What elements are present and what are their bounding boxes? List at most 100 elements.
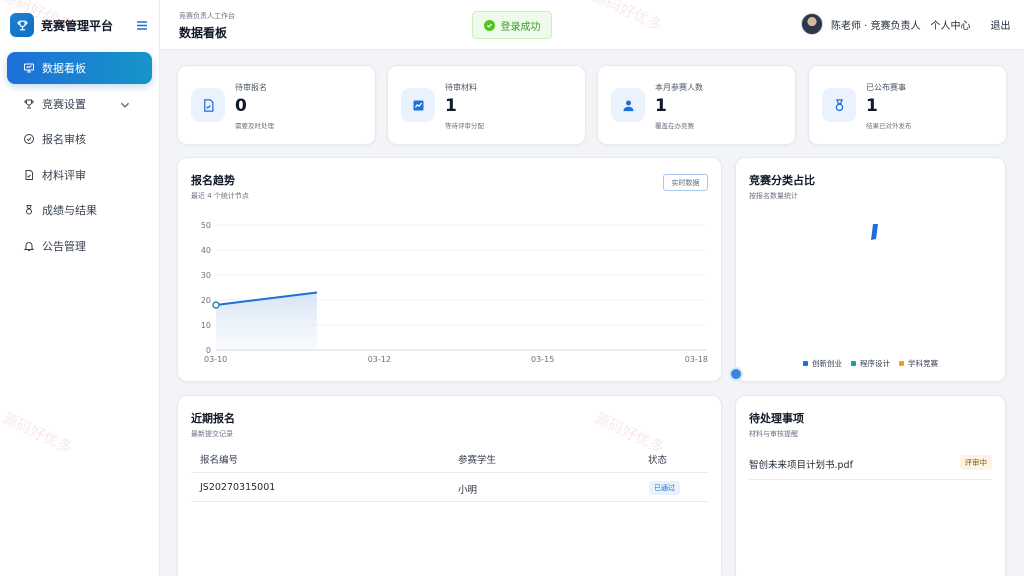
check-icon — [483, 19, 495, 31]
card-subtitle: 最新提交记录 — [191, 430, 233, 438]
document-check-icon — [191, 88, 225, 122]
stat-value: 1 — [655, 96, 667, 116]
bell-icon — [23, 241, 35, 251]
legend-item[interactable]: 程序设计 — [851, 358, 890, 369]
medal-icon — [26, 205, 32, 215]
logout-link[interactable]: 退出 — [991, 17, 1011, 32]
sidebar-item-scores-results[interactable]: 成绩与结果 — [7, 194, 152, 226]
chart-legend: 创新创业 程序设计 学科竞赛 — [803, 358, 947, 369]
x-tick-label: 03-15 — [531, 355, 554, 364]
document-check-icon — [25, 169, 33, 180]
legend-label: 创新创业 — [812, 359, 842, 368]
trophy-icon — [24, 99, 34, 108]
menu-toggle-icon[interactable] — [134, 17, 150, 33]
sidebar-item-label: 竞赛设置 — [42, 97, 86, 111]
sidebar-item-label: 成绩与结果 — [42, 204, 97, 217]
sidebar-item-announcements[interactable]: 公告管理 — [7, 230, 152, 262]
toast-message: 登录成功 — [500, 21, 541, 33]
y-tick-label: 50 — [201, 221, 211, 230]
app-title: 竞赛管理平台 — [41, 18, 114, 33]
column-header: 状态 — [648, 455, 668, 466]
header-subtitle: 竞赛负责人工作台 — [179, 12, 235, 20]
trend-chart-icon — [401, 88, 435, 122]
column-header: 参赛学生 — [458, 455, 497, 466]
chevron-down-icon — [120, 102, 130, 108]
sidebar-item-label: 报名审核 — [42, 133, 86, 146]
status-badge: 评审中 — [959, 455, 992, 470]
student-name: 小明 — [458, 485, 478, 496]
column-header: 报名编号 — [200, 455, 239, 466]
stat-card-monthly-participants: 本月参赛人数 1 覆盖在办竞赛 — [597, 65, 796, 145]
medal-icon — [822, 88, 856, 122]
stat-note: 结果已对外发布 — [866, 122, 912, 130]
pie-slice[interactable] — [871, 224, 878, 240]
legend-label: 学科竞赛 — [908, 359, 938, 368]
card-title: 待处理事项 — [749, 412, 804, 425]
user-area: 陈老师 · 竞赛负责人 个人中心 退出 — [801, 13, 1011, 35]
sidebar-item-label: 材料评审 — [42, 168, 86, 182]
stat-label: 已公布赛事 — [866, 83, 906, 92]
check-circle-icon — [24, 134, 34, 144]
card-subtitle: 材料与审核提醒 — [749, 430, 798, 438]
category-pie-chart — [871, 224, 878, 240]
list-item[interactable]: 智创未来项目计划书.pdf 评审中 — [749, 449, 992, 480]
sidebar-item-material-review[interactable]: 材料评审 — [7, 159, 152, 191]
sidebar-item-label: 数据看板 — [42, 62, 86, 75]
stat-value: 0 — [235, 96, 247, 116]
y-tick-label: 0 — [206, 346, 211, 355]
status-badge: 已通过 — [649, 481, 680, 495]
trend-line-chart: 0 10 20 30 40 50 03-10 03-12 03-15 03-18 — [201, 221, 708, 364]
stat-note: 等待评审分配 — [445, 122, 484, 130]
legend-swatch — [899, 361, 904, 366]
sidebar: 竞赛管理平台 数据看板 竞赛设置 报名审核 材料评审 成绩与结果 公告管理 — [0, 0, 160, 576]
avatar[interactable] — [801, 13, 823, 35]
stat-card-pending-materials: 待审材料 1 等待评审分配 — [387, 65, 586, 145]
x-tick-label: 03-18 — [685, 355, 708, 364]
profile-link[interactable]: 个人中心 — [931, 17, 971, 32]
y-tick-label: 20 — [201, 296, 211, 305]
recent-registrations-card: 近期报名 最新提交记录 报名编号 参赛学生 状态 JS20270315001 小… — [177, 395, 722, 576]
table-header: 报名编号 参赛学生 状态 — [191, 443, 709, 473]
stat-note: 需要及时处理 — [235, 122, 274, 130]
category-share-card: 竞赛分类占比 按报名数量统计 创新创业 程序设计 学科竞赛 — [735, 157, 1006, 382]
stat-label: 待审报名 — [235, 83, 267, 92]
top-header: 竞赛负责人工作台 数据看板 登录成功 陈老师 · 竞赛负责人 个人中心 退出 — [160, 0, 1024, 50]
table-row[interactable]: JS20270315001 小明 已通过 — [191, 473, 709, 502]
stat-label: 本月参赛人数 — [655, 83, 703, 92]
page-title: 数据看板 — [179, 26, 228, 40]
stat-label: 待审材料 — [445, 83, 477, 92]
sidebar-nav: 数据看板 竞赛设置 报名审核 材料评审 成绩与结果 公告管理 — [7, 52, 152, 265]
card-title: 近期报名 — [191, 412, 235, 425]
user-icon — [611, 88, 645, 122]
floating-action-dot[interactable] — [729, 367, 743, 381]
y-tick-label: 10 — [201, 321, 211, 330]
sidebar-item-dashboard[interactable]: 数据看板 — [7, 52, 152, 84]
pending-items-card: 待处理事项 材料与审核提醒 智创未来项目计划书.pdf 评审中 — [735, 395, 1006, 576]
legend-item[interactable]: 学科竞赛 — [899, 358, 938, 369]
y-tick-label: 30 — [201, 271, 211, 280]
sidebar-item-competition-settings[interactable]: 竞赛设置 — [7, 88, 152, 120]
legend-item[interactable]: 创新创业 — [803, 358, 842, 369]
registration-trend-card: 报名趋势 最近 4 个统计节点 实时数据 0 10 20 30 40 50 03-10 03-… — [177, 157, 722, 382]
x-tick-label: 03-12 — [368, 355, 391, 364]
sidebar-item-registration-review[interactable]: 报名审核 — [7, 123, 152, 155]
stat-card-published-events: 已公布赛事 1 结果已对外发布 — [808, 65, 1007, 145]
registration-id: JS20270315001 — [200, 482, 276, 493]
series-area — [216, 292, 317, 350]
user-name: 陈老师 · 竞赛负责人 — [831, 20, 921, 32]
file-name: 智创未来项目计划书.pdf — [749, 460, 853, 471]
y-tick-label: 40 — [201, 246, 211, 255]
x-tick-label: 03-10 — [204, 355, 227, 364]
monitor-icon — [24, 63, 34, 73]
login-success-toast: 登录成功 — [472, 11, 552, 39]
sidebar-item-label: 公告管理 — [42, 239, 86, 253]
legend-label: 程序设计 — [860, 359, 890, 368]
stat-value: 1 — [866, 96, 878, 116]
stat-card-pending-registrations: 待审报名 0 需要及时处理 — [177, 65, 376, 145]
stat-note: 覆盖在办竞赛 — [655, 122, 694, 130]
trophy-logo-icon — [10, 13, 34, 37]
brand: 竞赛管理平台 — [10, 12, 150, 38]
legend-swatch — [851, 361, 856, 366]
stat-value: 1 — [445, 96, 457, 116]
data-point[interactable] — [212, 301, 220, 309]
